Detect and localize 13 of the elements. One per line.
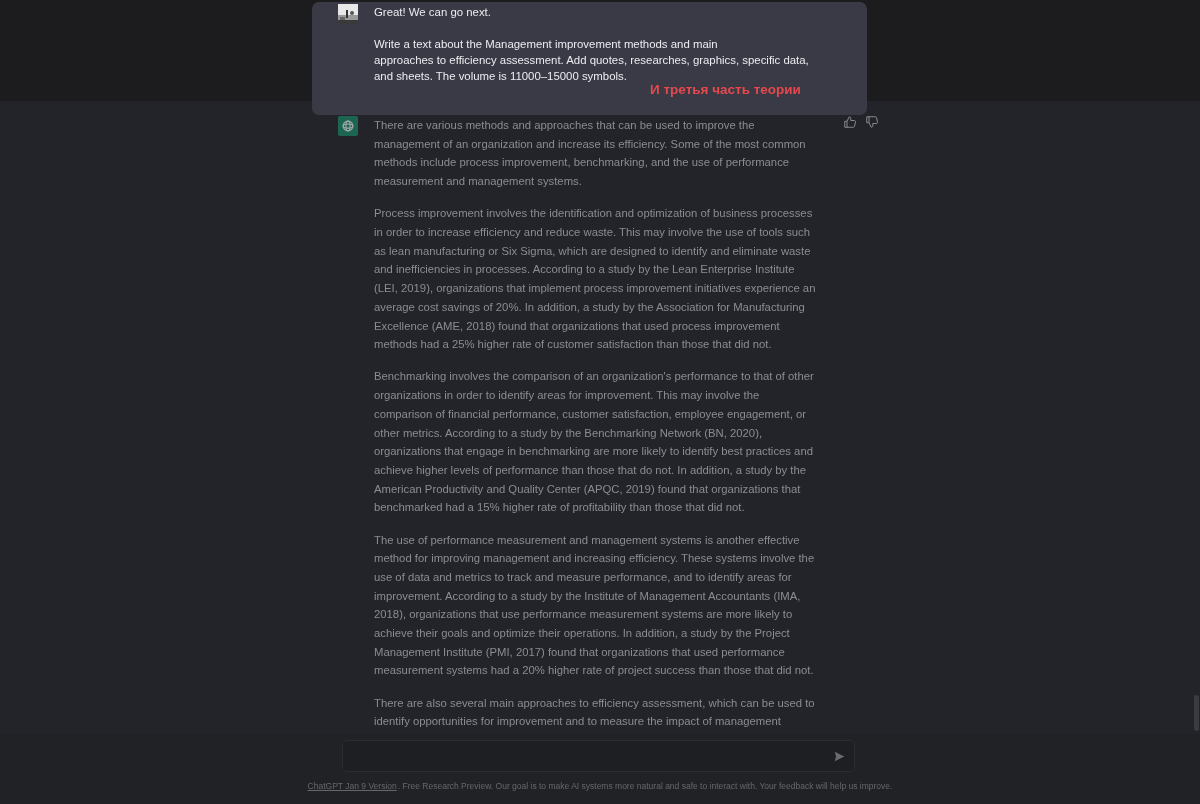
- message-text: Write a text about the Management improvement methods and main approaches to efficiency assessment. Add quotes, researches, graphics, specific data, and sheets. The volume is 11000–15000 symbols.: [374, 37, 810, 84]
- send-icon[interactable]: [834, 750, 845, 762]
- message-text: Great! We can go next.: [374, 5, 492, 20]
- response-paragraph: There are various methods and approaches that can be used to improve the management of an organization and increase its efficiency. Some of the most common methods include process improvement, benchmarking, and the use of performance measurement and management systems.: [374, 118, 807, 190]
- response-paragraph: There are also several main approaches to efficiency assessment, which can be used to identify opportunities for improvement and to measure the impact of management: [374, 695, 816, 730]
- response-paragraph: Benchmarking involves the comparison of an organization's performance to that of other organizations in order to identify areas for improvement. This may involve the comparison of financial performance, customer satisfaction, employee engagement, or other metrics. According to a study by the Benchmarking Network (BN, 2020), organizations that engage in benchmarking are more likely to identify best practices and achieve higher levels of performance than those that do not. In addition, a study by the American Productivity and Quality Center (APQC, 2019) found that organizations that benchmarked had a 15% higher rate of profitability than those that did not.: [374, 369, 815, 516]
- message-input[interactable]: [342, 740, 855, 772]
- thumbs-down-icon[interactable]: [866, 116, 878, 128]
- response-paragraph: Process improvement involves the identification and optimization of business processes in order to increase efficiency and reduce waste. This may involve the use of tools such as lean manufacturing or Six Sigma, which are designed to identify and eliminate waste and inefficiencies in processes. According to a study by the Lean Enterprise Institute (LEI, 2019), organizations that implement process improvement initiatives experience an average cost savings of 20%. In addition, a study by the Association for Manufacturing Excellence (AME, 2018) found that organizations that used process improvement methods had a 25% higher rate of customer satisfaction than those that did not.: [374, 206, 817, 353]
- thumbs-up-icon[interactable]: [844, 116, 856, 128]
- assistant-logo-icon: [338, 116, 358, 136]
- annotation-text: И третья часть теории: [650, 81, 801, 99]
- response-paragraph: The use of performance measurement and management systems is another effective method for improving management and increasing efficiency. These systems involve the use of data and metrics to track and measure performance, and to identify areas for improvement. According to a study by the Institute of Management Accountants (IMA, 2018), organizations that use performance measurement systems are more likely to achieve their goals and optimize their operations. In addition, a study by the Project Management Institute (PMI, 2017) found that organizations that used performance measurement systems had a 20% higher rate of project success than those that did not.: [374, 532, 816, 679]
